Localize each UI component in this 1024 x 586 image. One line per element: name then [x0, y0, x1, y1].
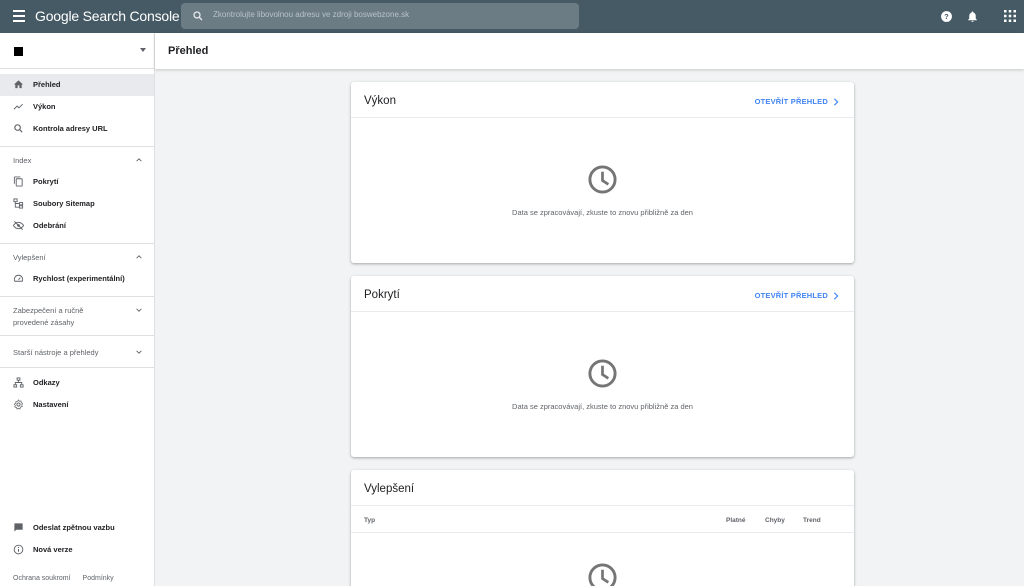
top-app-bar: Google Search Console Zkontrolujte libov…: [0, 0, 1024, 33]
sidebar-item-removals[interactable]: Odebrání: [0, 215, 154, 237]
sidebar-item-links[interactable]: Odkazy: [0, 372, 154, 394]
terms-link[interactable]: Podmínky: [83, 575, 114, 582]
chevron-up-icon[interactable]: [136, 254, 142, 260]
section-label: Zabezpečení a ručně: [13, 306, 84, 315]
sidebar-item-label: Rychlost (experimentální): [33, 274, 125, 283]
column-header-trend: Trend: [803, 517, 821, 524]
sidebar-divider: [0, 335, 154, 336]
sidebar: Přehled Výkon Kontrola adresy URL Index …: [0, 33, 155, 586]
feedback-icon: [14, 523, 23, 532]
eye-off-icon: [13, 221, 24, 230]
section-label: Vylepšení: [13, 253, 46, 262]
sidebar-item-label: Odeslat zpětnou vazbu: [33, 523, 115, 532]
sidebar-item-label: Pokrytí: [33, 177, 59, 186]
sidebar-item-label: Výkon: [33, 102, 56, 111]
open-report-button[interactable]: OTEVŘÍT PŘEHLED: [755, 291, 839, 300]
info-icon: [13, 544, 24, 555]
apps-grid-icon[interactable]: [1004, 10, 1016, 22]
sidebar-item-label: Nastavení: [33, 400, 69, 409]
footer-links: Ochrana soukromí Podmínky: [13, 575, 124, 582]
sidebar-item-overview[interactable]: Přehled: [0, 74, 154, 96]
sidebar-item-speed[interactable]: Rychlost (experimentální): [0, 268, 154, 290]
sidebar-item-settings[interactable]: Nastavení: [0, 394, 154, 416]
file-copy-icon: [13, 176, 23, 187]
sidebar-item-label: Kontrola adresy URL: [33, 124, 108, 133]
sidebar-item-coverage[interactable]: Pokrytí: [0, 171, 154, 193]
page-header: Přehled: [155, 33, 1024, 69]
table-header-divider: [351, 532, 854, 533]
sidebar-item-url-inspection[interactable]: Kontrola adresy URL: [0, 118, 154, 140]
column-header-type: Typ: [364, 517, 376, 524]
privacy-link[interactable]: Ochrana soukromí: [13, 575, 71, 582]
sidebar-item-feedback[interactable]: Odeslat zpětnou vazbu: [0, 517, 154, 539]
processing-message: Data se zpracovávají, zkuste to znovu př…: [512, 402, 693, 411]
chevron-down-icon[interactable]: [136, 349, 142, 355]
card-divider: [351, 311, 854, 312]
search-icon: [193, 11, 203, 21]
processing-message: Data se zpracovávají, zkuste to znovu př…: [512, 208, 693, 217]
sidebar-item-label: Odebrání: [33, 221, 66, 230]
sidebar-divider: [0, 146, 154, 147]
property-favicon: [14, 47, 23, 56]
sidebar-item-label: Soubory Sitemap: [33, 199, 95, 208]
section-label-line2: provedené zásahy: [13, 318, 75, 327]
clock-icon: [588, 165, 617, 194]
section-label: Index: [13, 156, 32, 165]
sidebar-item-sitemaps[interactable]: Soubory Sitemap: [0, 193, 154, 215]
chevron-right-icon: [833, 291, 839, 300]
chevron-down-icon[interactable]: [136, 307, 142, 313]
chevron-up-icon[interactable]: [136, 157, 142, 163]
card-divider: [351, 505, 854, 506]
column-header-valid: Platné: [726, 517, 746, 524]
search-input[interactable]: Zkontrolujte libovolnou adresu ve zdroji…: [213, 10, 409, 19]
trending-icon: [13, 103, 23, 110]
enhancements-card: Vylepšení Typ Platné Chyby Trend: [351, 470, 854, 586]
notifications-icon[interactable]: [966, 10, 979, 23]
chevron-right-icon: [833, 97, 839, 106]
column-header-errors: Chyby: [765, 517, 785, 524]
sidebar-divider: [0, 243, 154, 244]
search-icon: [14, 124, 23, 133]
section-label: Starší nástroje a přehledy: [13, 348, 99, 357]
clock-icon: [588, 359, 617, 388]
page-title: Přehled: [168, 45, 209, 57]
sidebar-item-performance[interactable]: Výkon: [0, 96, 154, 118]
open-report-label: OTEVŘÍT PŘEHLED: [754, 291, 828, 300]
coverage-card: Pokrytí OTEVŘÍT PŘEHLED Data se zpracová…: [351, 276, 854, 457]
sidebar-item-new-version[interactable]: Nová verze: [0, 539, 154, 561]
property-selector[interactable]: [0, 33, 154, 69]
sidebar-item-label: Přehled: [33, 80, 61, 89]
links-icon: [13, 377, 24, 388]
card-title: Vylepšení: [364, 483, 415, 495]
help-icon[interactable]: ?: [940, 10, 953, 23]
sidebar-divider: [0, 367, 154, 368]
speed-icon: [13, 274, 24, 282]
open-report-label: OTEVŘÍT PŘEHLED: [754, 97, 828, 106]
card-divider: [351, 117, 854, 118]
open-report-button[interactable]: OTEVŘÍT PŘEHLED: [755, 97, 839, 106]
gear-icon: [13, 399, 24, 410]
svg-text:?: ?: [944, 12, 949, 21]
url-inspection-search[interactable]: Zkontrolujte libovolnou adresu ve zdroji…: [181, 3, 579, 29]
chevron-down-icon[interactable]: [140, 48, 146, 52]
sidebar-divider: [0, 296, 154, 297]
menu-icon[interactable]: [13, 10, 25, 22]
home-icon: [13, 80, 24, 89]
sidebar-item-label: Nová verze: [33, 545, 73, 554]
sidebar-item-label: Odkazy: [33, 378, 60, 387]
card-title: Pokrytí: [364, 289, 400, 301]
clock-icon: [588, 563, 617, 586]
sitemap-icon: [13, 198, 24, 209]
app-logo[interactable]: Google Search Console: [35, 8, 180, 24]
card-title: Výkon: [364, 95, 396, 107]
performance-card: Výkon OTEVŘÍT PŘEHLED Data se zpracováva…: [351, 82, 854, 263]
